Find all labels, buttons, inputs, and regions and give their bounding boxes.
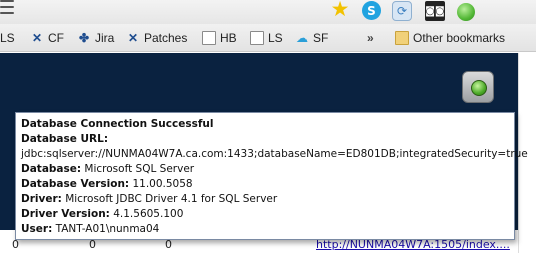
glasses-icon[interactable]: ◙◙: [425, 1, 445, 21]
version-value: 11.00.5058: [132, 178, 193, 190]
bookmark-label: HB: [220, 31, 237, 45]
url-label: Database URL:: [21, 133, 109, 145]
url-value: jdbc:sqlserver://NUNMA04W7A.ca.com:1433;…: [21, 148, 528, 160]
bookmark-star-icon[interactable]: ★: [330, 0, 350, 21]
tooltip-database-row: Database: Microsoft SQL Server: [21, 162, 509, 177]
folder-icon: [395, 31, 409, 45]
bookmark-label: SF: [313, 31, 329, 45]
other-bookmarks-folder[interactable]: Other bookmarks: [395, 30, 505, 46]
atlassian-icon: ✕: [31, 31, 43, 45]
tooltip-user-row: User: TANT-A01\nunma04: [21, 222, 509, 237]
database-label: Database:: [21, 163, 82, 175]
tooltip-url-label-row: Database URL:: [21, 132, 509, 147]
driver-version-label: Driver Version:: [21, 208, 110, 220]
user-label: User:: [21, 223, 53, 235]
bookmark-label: Jira: [95, 31, 115, 45]
page-icon: [202, 31, 216, 45]
skype-icon[interactable]: S: [362, 1, 381, 20]
overflow-label: »: [367, 31, 374, 45]
browser-toolbar: ★ S ⟳ ◙◙: [0, 0, 536, 24]
tooltip-version-row: Database Version: 11.00.5058: [21, 177, 509, 192]
bookmark-jira[interactable]: ✤ Jira: [77, 30, 114, 46]
bookmark-label: Patches: [144, 31, 188, 45]
tooltip-url-row: jdbc:sqlserver://NUNMA04W7A.ca.com:1433;…: [21, 147, 528, 162]
bookmark-cf[interactable]: ✕ CF: [30, 30, 64, 46]
menu-icon[interactable]: [0, 0, 14, 14]
tooltip-title-row: Database Connection Successful: [21, 117, 509, 132]
bookmark-label: CF: [48, 31, 64, 45]
tooltip-title: Database Connection Successful: [21, 118, 214, 130]
bookmark-hb[interactable]: HB: [202, 30, 237, 46]
bookmark-sf[interactable]: ☁ SF: [295, 30, 328, 46]
bookmark-patches[interactable]: ✕ Patches: [126, 30, 187, 46]
driver-label: Driver:: [21, 193, 62, 205]
database-value: Microsoft SQL Server: [84, 163, 195, 175]
user-value: TANT-A01\nunma04: [55, 223, 160, 235]
salesforce-icon: ☁: [296, 31, 308, 45]
green-orb-icon[interactable]: [457, 3, 475, 21]
page-icon: [250, 31, 264, 45]
bookmark-label: LS: [268, 31, 283, 45]
version-label: Database Version:: [21, 178, 130, 190]
bookmark-ls[interactable]: LS: [0, 30, 15, 46]
database-status-icon[interactable]: [462, 71, 494, 103]
driver-version-value: 4.1.5605.100: [113, 208, 184, 220]
other-bookmarks-label: Other bookmarks: [413, 31, 506, 45]
bookmarks-bar: LS ✕ CF ✤ Jira ✕ Patches HB LS ☁ SF » Ot…: [0, 24, 536, 52]
bookmark-ls-2[interactable]: LS: [250, 30, 283, 46]
driver-value: Microsoft JDBC Driver 4.1 for SQL Server: [65, 193, 278, 205]
connection-tooltip: Database Connection Successful Database …: [15, 112, 528, 240]
tooltip-driver-row: Driver: Microsoft JDBC Driver 4.1 for SQ…: [21, 192, 509, 207]
bookmark-label: LS: [0, 31, 15, 45]
jira-icon: ✤: [78, 31, 90, 45]
atlassian-icon: ✕: [127, 31, 139, 45]
tooltip-driver-version-row: Driver Version: 4.1.5605.100: [21, 207, 509, 222]
sync-icon[interactable]: ⟳: [392, 1, 412, 21]
bookmarks-overflow-button[interactable]: »: [367, 30, 374, 46]
